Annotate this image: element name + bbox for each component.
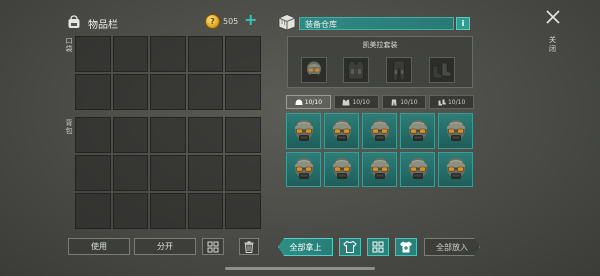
helmet-with-goggles-icon <box>446 119 465 141</box>
backpack-slot[interactable] <box>150 193 186 229</box>
home-indicator <box>225 267 375 270</box>
helmet-with-goggles-icon <box>332 158 351 180</box>
pocket-slot[interactable] <box>225 74 261 110</box>
tab-count: 10/10 <box>352 98 370 106</box>
trash-icon <box>244 240 254 253</box>
pocket-label: 口袋 <box>65 37 73 53</box>
pocket-slot[interactable] <box>112 36 149 72</box>
pocket-slot[interactable] <box>75 36 111 72</box>
tab-count: 10/10 <box>304 98 323 106</box>
pants-icon <box>391 99 397 105</box>
coin-count: 505 <box>223 17 239 26</box>
backpack-slot[interactable] <box>150 155 186 191</box>
pocket-slot[interactable] <box>150 74 186 110</box>
helmet-with-goggles-icon <box>294 119 313 141</box>
close-icon[interactable] <box>545 9 561 25</box>
set-slot-pants[interactable] <box>386 57 412 83</box>
trash-button[interactable] <box>239 238 259 255</box>
backpack-label: 背包 <box>65 119 73 135</box>
backpack-slot[interactable] <box>225 193 261 229</box>
backpack-slot[interactable] <box>225 155 261 191</box>
backpack-slot[interactable] <box>187 117 224 153</box>
backpack-slot[interactable] <box>112 155 149 191</box>
sort-button[interactable] <box>202 238 224 255</box>
inventory-title: 物品栏 <box>88 20 118 31</box>
gear-slot[interactable] <box>362 151 397 187</box>
backpack-slot[interactable] <box>187 193 224 229</box>
equip-button[interactable] <box>395 238 417 256</box>
tab-boots[interactable]: 10/10 <box>429 95 474 109</box>
gear-grid <box>286 113 473 187</box>
vest-icon <box>342 99 350 105</box>
pocket-slot[interactable] <box>150 36 186 72</box>
backpack-slot[interactable] <box>187 155 224 191</box>
helmet-with-goggles-icon <box>370 158 389 180</box>
gear-slot[interactable] <box>438 113 473 149</box>
crate-icon <box>278 14 296 31</box>
gear-slot[interactable] <box>286 113 321 149</box>
helmet-with-goggles-icon <box>332 119 351 141</box>
shirt-outline-icon <box>343 240 357 253</box>
tab-count: 10/10 <box>447 98 466 106</box>
pocket-slot[interactable] <box>225 36 261 72</box>
pocket-grid <box>75 36 261 110</box>
storage-title: 装备仓库 <box>305 20 337 29</box>
backpack-slot[interactable] <box>112 193 149 229</box>
gear-tabs: 10/10 10/10 10/10 10/10 <box>286 95 474 109</box>
helmet-with-goggles-icon <box>408 119 427 141</box>
helmet-icon <box>307 61 321 78</box>
gear-slot[interactable] <box>324 113 359 149</box>
backpack-slot[interactable] <box>75 117 111 153</box>
gear-slot[interactable] <box>400 151 435 187</box>
close-label[interactable]: 关闭 <box>548 36 557 54</box>
helmet-with-goggles-icon <box>370 119 389 141</box>
grid-sort-icon <box>372 241 384 253</box>
backpack-slot[interactable] <box>75 193 111 229</box>
tab-count: 10/10 <box>400 98 418 106</box>
use-button[interactable]: 使用 <box>68 238 130 255</box>
unequip-button[interactable] <box>339 238 361 256</box>
boots-icon <box>438 99 446 105</box>
vest-icon <box>347 60 365 80</box>
storage-sort-button[interactable] <box>367 238 389 256</box>
pocket-slot[interactable] <box>187 74 224 110</box>
set-slot-boots[interactable] <box>429 57 455 83</box>
take-all-button[interactable]: 全部拿上 <box>278 238 333 256</box>
gear-slot[interactable] <box>362 113 397 149</box>
pants-icon <box>392 60 406 81</box>
gear-slot[interactable] <box>438 151 473 187</box>
helmet-with-goggles-icon <box>446 158 465 180</box>
backpack-slot[interactable] <box>75 155 111 191</box>
tab-pants[interactable]: 10/10 <box>381 95 427 109</box>
gear-slot[interactable] <box>400 113 435 149</box>
put-all-button[interactable]: 全部放入 <box>424 238 480 256</box>
set-name: 凯美拉套装 <box>362 41 398 49</box>
set-slot-vest[interactable] <box>343 57 369 83</box>
set-slot-helmet[interactable] <box>301 57 327 83</box>
add-coins-button[interactable]: + <box>244 11 257 29</box>
boots-icon <box>432 62 452 79</box>
pocket-slot[interactable] <box>112 74 149 110</box>
helmet-with-goggles-icon <box>408 158 427 180</box>
helmet-with-goggles-icon <box>294 158 313 180</box>
helmet-icon <box>295 99 303 105</box>
grid-sort-icon <box>207 241 219 252</box>
info-button[interactable]: i <box>456 17 470 30</box>
backpack-slot[interactable] <box>150 117 186 153</box>
tab-vest[interactable]: 10/10 <box>333 95 379 109</box>
backpack-grid <box>75 117 261 229</box>
gear-slot[interactable] <box>324 151 359 187</box>
gear-slot[interactable] <box>286 151 321 187</box>
backpack-slot[interactable] <box>112 117 149 153</box>
coin-icon: ? <box>205 14 220 29</box>
pocket-slot[interactable] <box>75 74 111 110</box>
shirt-filled-icon <box>400 241 412 253</box>
pocket-slot[interactable] <box>187 36 224 72</box>
backpack-slot[interactable] <box>225 117 261 153</box>
tab-helmet[interactable]: 10/10 <box>286 95 331 109</box>
split-button[interactable]: 分开 <box>134 238 196 255</box>
backpack-icon <box>68 15 80 28</box>
